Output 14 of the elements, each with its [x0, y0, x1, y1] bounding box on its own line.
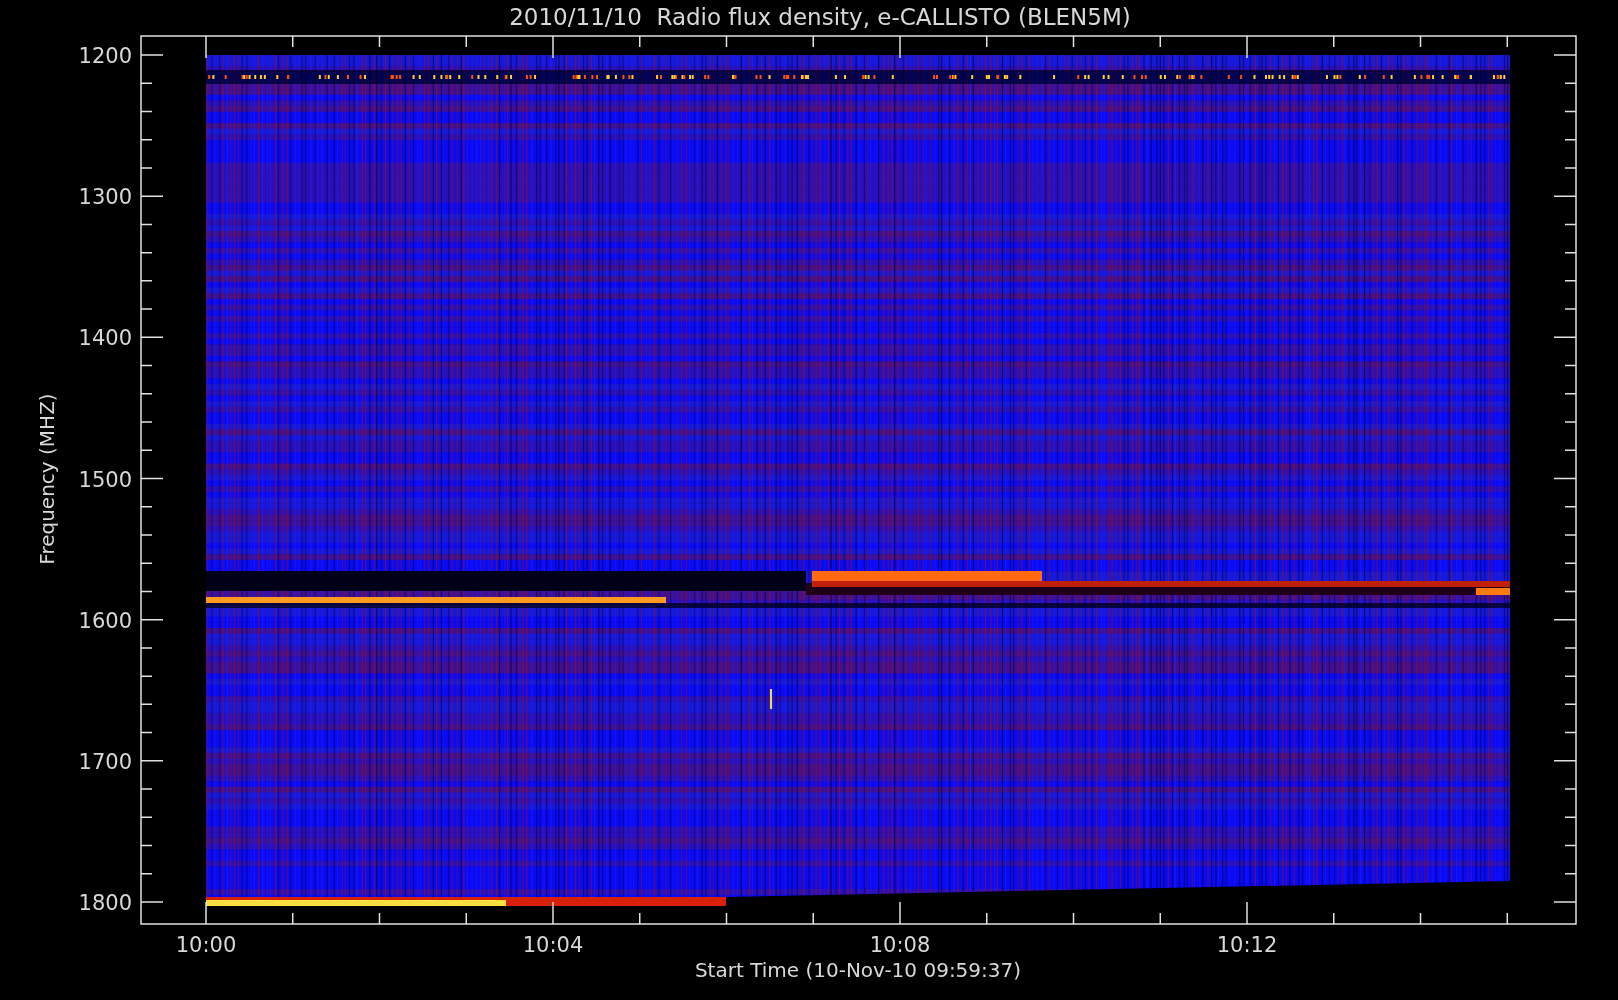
- x-axis-label: Start Time (10-Nov-10 09:59:37): [694, 958, 1022, 982]
- x-tick-label: 10:00: [175, 933, 237, 957]
- y-tick-label: 1200: [78, 44, 132, 68]
- y-tick-label: 1700: [78, 749, 132, 774]
- x-tick-label: 10:12: [1216, 933, 1278, 957]
- y-tick-label: 1400: [78, 326, 132, 351]
- chart-title: 2010/11/10 Radio flux density, e-CALLISTO (BLEN5M): [508, 3, 1132, 32]
- y-tick-label: 1300: [78, 185, 132, 210]
- x-tick-label: 10:04: [522, 933, 584, 957]
- y-tick-label: 1500: [78, 467, 132, 492]
- y-tick-label: 1800: [78, 891, 132, 915]
- y-tick-label: 1600: [78, 608, 132, 633]
- x-tick-label: 10:08: [869, 933, 931, 957]
- y-axis-label: Frequency (MHZ): [35, 393, 59, 565]
